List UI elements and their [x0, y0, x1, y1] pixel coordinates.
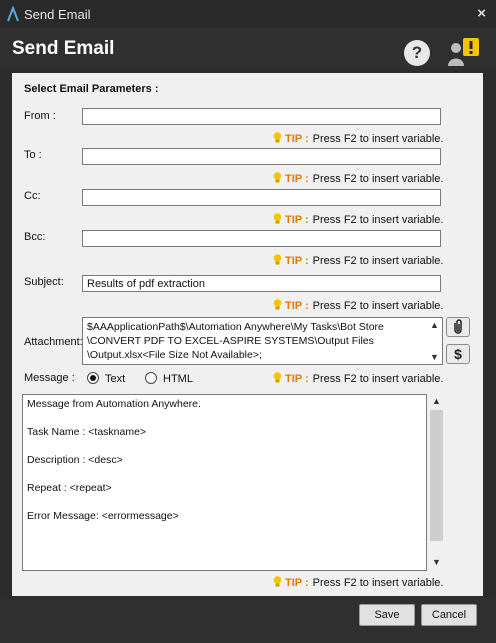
to-label: To :: [24, 149, 42, 161]
tip-to: TIP : Press F2 to insert variable.: [273, 172, 443, 185]
attachment-scroll-up-icon[interactable]: ▲: [430, 320, 439, 330]
window-title: Send Email: [24, 7, 91, 22]
tip-subject: TIP : Press F2 to insert variable.: [273, 299, 443, 312]
lightbulb-icon: [273, 372, 282, 383]
message-line: Repeat : <repeat>: [27, 482, 112, 494]
tip-cc: TIP : Press F2 to insert variable.: [273, 213, 443, 226]
title-bar: Send Email ×: [0, 0, 496, 28]
to-field[interactable]: [82, 148, 441, 165]
email-parameters-panel: Select Email Parameters : From : TIP : Pr…: [12, 73, 483, 596]
paperclip-icon: [454, 319, 462, 334]
lightbulb-icon: [273, 254, 282, 265]
insert-variable-button[interactable]: $: [446, 344, 470, 364]
lightbulb-icon: [273, 132, 282, 143]
from-label: From :: [24, 110, 56, 122]
lightbulb-icon: [273, 213, 282, 224]
scroll-down-icon[interactable]: ▼: [432, 557, 441, 567]
message-body-field[interactable]: Message from Automation Anywhere. Task N…: [22, 394, 427, 571]
format-html-label: HTML: [163, 373, 193, 385]
help-icon[interactable]: ?: [404, 40, 430, 66]
cc-field[interactable]: [82, 189, 441, 206]
message-line: Message from Automation Anywhere.: [27, 398, 201, 410]
attachment-label: Attachment:: [24, 336, 83, 348]
scrollbar-thumb[interactable]: [430, 410, 443, 541]
tip-from: TIP : Press F2 to insert variable.: [273, 132, 443, 145]
format-text-radio[interactable]: [87, 372, 99, 384]
tip-bcc: TIP : Press F2 to insert variable.: [273, 254, 443, 267]
app-logo-icon: [7, 6, 19, 22]
bcc-field[interactable]: [82, 230, 441, 247]
attach-file-button[interactable]: [446, 317, 470, 337]
page-title: Send Email: [12, 38, 115, 59]
cc-label: Cc:: [24, 190, 41, 202]
lightbulb-icon: [273, 299, 282, 310]
attachment-line: \Output.xlsx<File Size Not Available>;: [87, 349, 262, 361]
save-button[interactable]: Save: [359, 604, 415, 626]
attachment-line: $AAApplicationPath$\Automation Anywhere\…: [87, 321, 384, 333]
message-label: Message :: [24, 372, 75, 384]
format-html-radio[interactable]: [145, 372, 157, 384]
attachment-line: \CONVERT PDF TO EXCEL-ASPIRE SYSTEMS\Out…: [87, 335, 374, 347]
dollar-icon: $: [454, 346, 462, 362]
message-line: Error Message: <errormessage>: [27, 510, 179, 522]
cancel-button[interactable]: Cancel: [421, 604, 477, 626]
lightbulb-icon: [273, 576, 282, 587]
message-scrollbar[interactable]: ▲ ▼: [430, 394, 443, 571]
close-icon[interactable]: ×: [477, 5, 486, 22]
subject-field[interactable]: Results of pdf extraction: [82, 275, 441, 292]
attachment-scroll-down-icon[interactable]: ▼: [430, 352, 439, 362]
bcc-label: Bcc:: [24, 231, 46, 243]
message-line: Description : <desc>: [27, 454, 123, 466]
tip-body: TIP : Press F2 to insert variable.: [273, 576, 443, 589]
section-title: Select Email Parameters :: [24, 83, 159, 95]
lightbulb-icon: [273, 172, 282, 183]
attachment-field[interactable]: $AAApplicationPath$\Automation Anywhere\…: [82, 317, 443, 365]
message-line: Task Name : <taskname>: [27, 426, 147, 438]
tip-message: TIP : Press F2 to insert variable.: [273, 372, 443, 385]
subject-label: Subject:: [24, 276, 64, 288]
format-text-label: Text: [105, 373, 126, 385]
from-field[interactable]: [82, 108, 441, 125]
user-alert-icon[interactable]: [446, 36, 480, 68]
scroll-up-icon[interactable]: ▲: [432, 396, 441, 406]
